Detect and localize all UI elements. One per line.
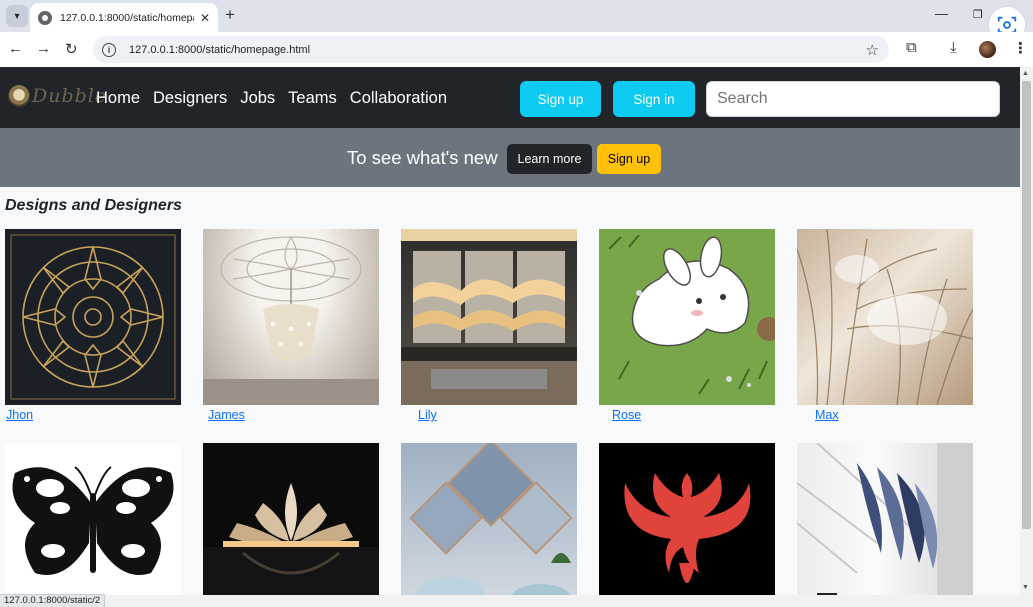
address-bar[interactable]: i 127.0.0.1:8000/static/homepage.html ☆ (93, 36, 889, 63)
designer-link-lily[interactable]: Lily (418, 408, 437, 422)
nav-link-collaboration[interactable]: Collaboration (350, 89, 447, 108)
design-image-panels[interactable] (401, 229, 577, 405)
horizontal-scrollbar[interactable] (0, 595, 1033, 607)
close-tab-icon[interactable]: ✕ (200, 11, 210, 25)
design-card (599, 229, 775, 405)
signup-button[interactable]: Sign up (520, 81, 601, 117)
browser-toolbar: ← → ↻ i 127.0.0.1:8000/static/homepage.h… (0, 32, 1033, 67)
logo-mark-icon (8, 85, 30, 107)
design-card (5, 229, 181, 405)
vertical-scrollbar[interactable]: ▲ ▼ (1020, 67, 1033, 595)
globe-icon (38, 10, 52, 25)
design-image-butterfly[interactable] (5, 443, 181, 595)
scroll-up-arrow-icon[interactable]: ▲ (1022, 70, 1029, 77)
page-viewport: Dubble Home Designers Jobs Teams Collabo… (0, 67, 1020, 595)
design-image-diamonds[interactable] (401, 443, 577, 595)
restore-icon[interactable]: ❐ (973, 8, 983, 21)
design-image-lotus[interactable] (203, 443, 379, 595)
designer-link-rose[interactable]: Rose (612, 408, 641, 422)
tab-title: 127.0.0.1:8000/static/homepage (60, 11, 194, 24)
link-status-bar: 127.0.0.1:8000/static/2 (0, 594, 106, 607)
design-image-fans[interactable] (797, 229, 973, 405)
design-card (599, 443, 775, 595)
banner-signup-button[interactable]: Sign up (597, 144, 661, 174)
site-logo[interactable]: Dubble (8, 85, 107, 107)
scrollbar-thumb[interactable] (1022, 81, 1031, 529)
nav-link-jobs[interactable]: Jobs (240, 89, 275, 108)
browser-tab-strip: ▾ 127.0.0.1:8000/static/homepage ✕ + — ❐ (0, 0, 1033, 44)
signin-button[interactable]: Sign in (613, 81, 695, 117)
design-card (797, 229, 973, 405)
design-card (5, 443, 181, 595)
forward-arrow-icon[interactable]: → (36, 40, 51, 57)
design-card (203, 443, 379, 595)
scroll-down-arrow-icon[interactable]: ▼ (1022, 584, 1029, 591)
back-arrow-icon[interactable]: ← (8, 40, 23, 57)
site-navbar: Dubble Home Designers Jobs Teams Collabo… (0, 67, 1020, 128)
designer-link-jhon[interactable]: Jhon (6, 408, 33, 422)
designer-link-james[interactable]: James (208, 408, 245, 422)
design-image-ceiling[interactable] (203, 229, 379, 405)
design-image-feathers[interactable] (797, 443, 973, 595)
profile-avatar[interactable] (979, 41, 996, 58)
extensions-icon[interactable]: ⧉ (906, 39, 917, 56)
bookmark-star-icon[interactable]: ☆ (866, 41, 879, 59)
learn-more-button[interactable]: Learn more (507, 144, 592, 174)
design-card (401, 443, 577, 595)
banner-text: To see what's new (347, 147, 498, 168)
design-image-mandala[interactable] (5, 229, 181, 405)
chevron-down-icon: ▾ (14, 10, 20, 22)
download-icon[interactable]: ⤓ (950, 39, 957, 56)
design-card (401, 229, 577, 405)
reload-icon[interactable]: ↻ (65, 40, 78, 58)
section-title: Designs and Designers (5, 197, 182, 214)
url-text: 127.0.0.1:8000/static/homepage.html (129, 43, 311, 56)
minimize-icon[interactable]: — (935, 6, 948, 21)
site-info-icon[interactable]: i (102, 42, 116, 57)
tab-search-button[interactable]: ▾ (6, 5, 28, 27)
nav-links: Home Designers Jobs Teams Collaboration (96, 89, 460, 108)
design-card (797, 443, 973, 595)
design-image-bunny[interactable] (599, 229, 775, 405)
browser-tab[interactable]: 127.0.0.1:8000/static/homepage ✕ (30, 3, 218, 32)
promo-banner: To see what's new Learn more Sign up (0, 128, 1020, 187)
nav-link-home[interactable]: Home (96, 89, 140, 108)
nav-link-designers[interactable]: Designers (153, 89, 227, 108)
new-tab-icon[interactable]: + (225, 5, 235, 25)
search-input[interactable] (706, 81, 1000, 117)
nav-link-teams[interactable]: Teams (288, 89, 337, 108)
design-image-phoenix[interactable] (599, 443, 775, 595)
designer-link-max[interactable]: Max (815, 408, 839, 422)
menu-kebab-icon[interactable]: ⋮ (1013, 39, 1028, 57)
design-card (203, 229, 379, 405)
